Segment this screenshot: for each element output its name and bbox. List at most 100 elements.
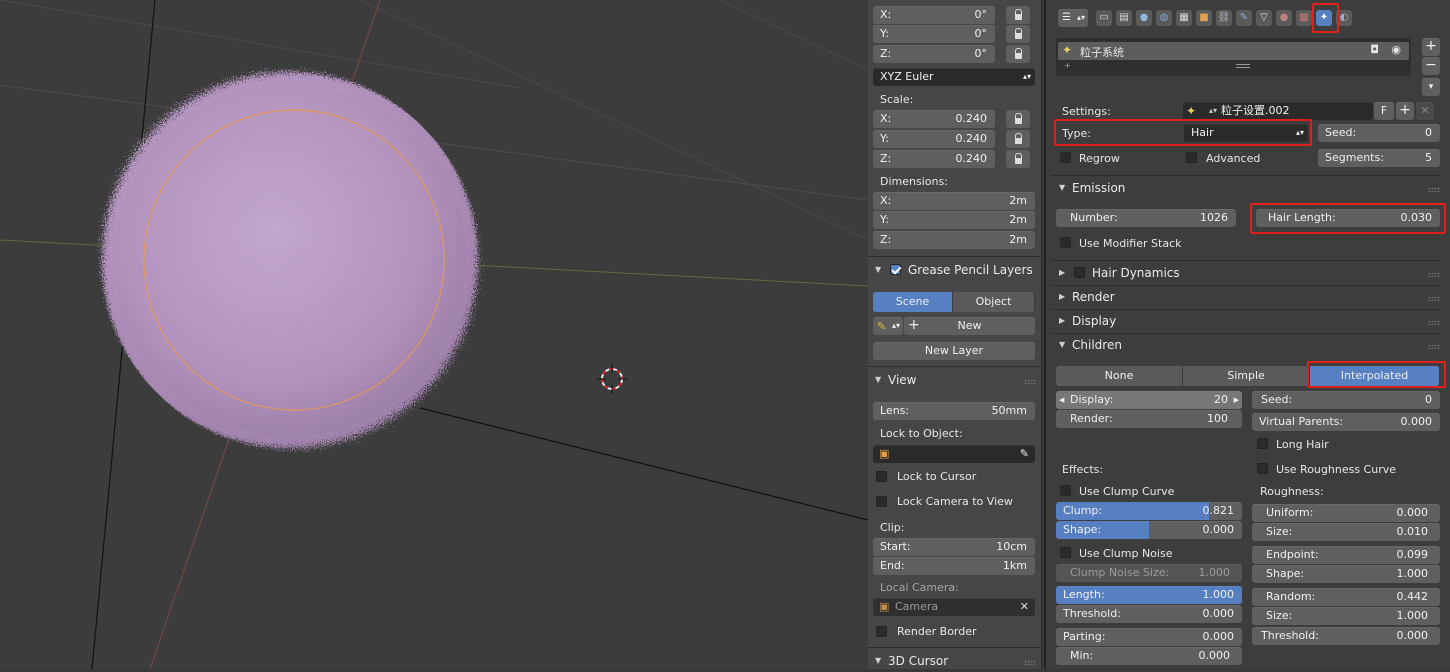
clip-end-field[interactable]: End: 1km	[873, 557, 1035, 575]
use-clump-curve-checkbox[interactable]	[1060, 485, 1071, 496]
lock-cursor-checkbox[interactable]	[876, 471, 887, 482]
rough-random-size-field[interactable]: Size: 1.000	[1252, 607, 1440, 625]
lock-icon[interactable]	[1006, 6, 1030, 24]
display-header[interactable]: ▶ Display	[1056, 310, 1116, 332]
clump-slider[interactable]: Clump: 0.821	[1056, 502, 1242, 520]
dimensions-z-field[interactable]: Z: 2m	[873, 231, 1035, 249]
new-layer-button[interactable]: New Layer	[873, 342, 1035, 360]
number-field[interactable]: Number: 1026	[1056, 209, 1236, 227]
rough-endpoint-field[interactable]: Endpoint: 0.099	[1252, 546, 1440, 564]
3d-cursor-icon[interactable]	[597, 364, 627, 394]
rough-threshold-field[interactable]: Threshold: 0.000	[1252, 627, 1440, 645]
regrow-checkbox[interactable]	[1060, 152, 1071, 163]
rotation-mode-dropdown[interactable]: XYZ Euler ▴▾	[873, 68, 1035, 86]
advanced-checkbox[interactable]	[1186, 152, 1197, 163]
render-tab-icon[interactable]: ▭	[1096, 10, 1112, 26]
rotation-z-field[interactable]: Z: 0°	[873, 45, 995, 63]
scene-toggle[interactable]: Scene	[873, 292, 953, 312]
clump-noise-size-field[interactable]: Clump Noise Size: 1.000	[1056, 564, 1242, 582]
seed-field[interactable]: Seed: 0	[1318, 124, 1440, 142]
fake-user-button[interactable]: F	[1374, 102, 1394, 120]
rotation-x-field[interactable]: X: 0°	[873, 6, 995, 24]
grease-pencil-header[interactable]: ▼ Grease Pencil Layers	[872, 259, 1033, 281]
segments-field[interactable]: Segments: 5	[1318, 149, 1440, 167]
rough-random-field[interactable]: Random: 0.442	[1252, 588, 1440, 606]
remove-slot-button[interactable]: −	[1422, 57, 1440, 75]
drag-grip-icon[interactable]	[1428, 272, 1440, 277]
list-resize-handle[interactable]	[1236, 64, 1250, 68]
lock-icon[interactable]	[1006, 25, 1030, 43]
close-icon[interactable]: ✕	[1020, 598, 1029, 616]
render-header[interactable]: ▶ Render	[1056, 286, 1115, 308]
viewport-canvas[interactable]	[0, 0, 868, 669]
lock-camera-checkbox[interactable]	[876, 496, 887, 507]
dimensions-x-field[interactable]: X: 2m	[873, 192, 1035, 210]
hair-particle-sphere[interactable]	[102, 72, 478, 448]
scene-tab-icon[interactable]: ●	[1136, 10, 1152, 26]
scale-z-field[interactable]: Z: 0.240	[873, 150, 995, 168]
parting-field[interactable]: Parting: 0.000	[1056, 628, 1242, 646]
use-roughness-curve-checkbox[interactable]	[1257, 463, 1268, 474]
lock-icon[interactable]	[1006, 150, 1030, 168]
new-grease-button[interactable]: + New	[904, 317, 1035, 335]
add-slot-button[interactable]: +	[1422, 38, 1440, 56]
camera-icon[interactable]: ◘	[1370, 43, 1379, 56]
scale-x-field[interactable]: X: 0.240	[873, 110, 995, 128]
parting-min-field[interactable]: Min: 0.000	[1056, 647, 1242, 665]
object-tab-icon[interactable]: ■	[1196, 10, 1212, 26]
length-slider[interactable]: Length: 1.000	[1056, 586, 1242, 604]
eyedropper-icon[interactable]: ✎	[1020, 445, 1029, 463]
use-clump-noise-checkbox[interactable]	[1060, 547, 1071, 558]
children-none-tab[interactable]: None	[1056, 366, 1183, 386]
children-header[interactable]: ▼ Children	[1056, 334, 1122, 356]
new-settings-button[interactable]: +	[1396, 102, 1414, 120]
pencil-selector[interactable]: ✎ ▴▾	[873, 317, 903, 335]
render-border-checkbox[interactable]	[876, 626, 887, 637]
particle-system-item[interactable]: ✦ 粒子系统 ◘ ◉	[1058, 42, 1409, 60]
data-tab-icon[interactable]: ▽	[1256, 10, 1272, 26]
slot-menu-icon[interactable]: ▾	[1422, 78, 1440, 96]
drag-grip-icon[interactable]	[1428, 187, 1440, 192]
world-tab-icon[interactable]: ◍	[1156, 10, 1172, 26]
object-toggle[interactable]: Object	[953, 292, 1035, 312]
lock-object-field[interactable]: ▣ ✎	[873, 445, 1035, 463]
texture-tab-icon[interactable]: ▩	[1296, 10, 1312, 26]
long-hair-checkbox[interactable]	[1257, 438, 1268, 449]
render-layers-tab-icon[interactable]: ▤	[1116, 10, 1132, 26]
modifiers-tab-icon[interactable]: ✎	[1236, 10, 1252, 26]
scale-y-field[interactable]: Y: 0.240	[873, 130, 995, 148]
emission-header[interactable]: ▼ Emission	[1056, 177, 1125, 199]
clip-start-field[interactable]: Start: 10cm	[873, 538, 1035, 556]
dimensions-y-field[interactable]: Y: 2m	[873, 211, 1035, 229]
view-header[interactable]: ▼ View	[872, 369, 916, 391]
drag-grip-icon[interactable]	[1428, 320, 1440, 325]
plus-small-icon[interactable]: +	[1064, 61, 1071, 70]
virtual-parents-field[interactable]: Virtual Parents: 0.000	[1252, 413, 1440, 431]
local-camera-field[interactable]: ▣ Camera ✕	[873, 598, 1035, 616]
rough-endpoint-shape-field[interactable]: Shape: 1.000	[1252, 565, 1440, 583]
unlink-button[interactable]: ✕	[1416, 102, 1434, 120]
drag-grip-icon[interactable]	[1428, 344, 1440, 349]
display-amount-field[interactable]: ◀ Display: 20 ▶	[1056, 391, 1242, 409]
child-seed-field[interactable]: Seed: 0	[1252, 391, 1440, 409]
lock-icon[interactable]	[1006, 110, 1030, 128]
3d-viewport[interactable]	[0, 0, 868, 669]
lock-icon[interactable]	[1006, 45, 1030, 63]
length-threshold-field[interactable]: Threshold: 0.000	[1056, 605, 1242, 623]
rough-uniform-field[interactable]: Uniform: 0.000	[1252, 504, 1440, 522]
eye-icon[interactable]: ◉	[1391, 43, 1401, 56]
use-modifier-stack-checkbox[interactable]	[1060, 237, 1071, 248]
grease-pencil-checkbox[interactable]	[890, 264, 901, 275]
rough-uniform-size-field[interactable]: Size: 0.010	[1252, 523, 1440, 541]
object-grid-tab-icon[interactable]: ▦	[1176, 10, 1192, 26]
drag-grip-icon[interactable]	[1024, 660, 1036, 665]
settings-datablock[interactable]: ✦ ▴▾ 粒子设置.002	[1183, 102, 1373, 120]
editor-type-menu[interactable]: ☰ ▴▾	[1058, 9, 1088, 27]
hair-dynamics-header[interactable]: ▶ Hair Dynamics	[1056, 262, 1180, 284]
material-tab-icon[interactable]: ●	[1276, 10, 1292, 26]
rotation-y-field[interactable]: Y: 0°	[873, 25, 995, 43]
drag-grip-icon[interactable]	[1428, 296, 1440, 301]
constraints-tab-icon[interactable]: ⛓	[1216, 10, 1232, 26]
drag-grip-icon[interactable]	[1024, 379, 1036, 384]
lens-field[interactable]: Lens: 50mm	[873, 402, 1035, 420]
